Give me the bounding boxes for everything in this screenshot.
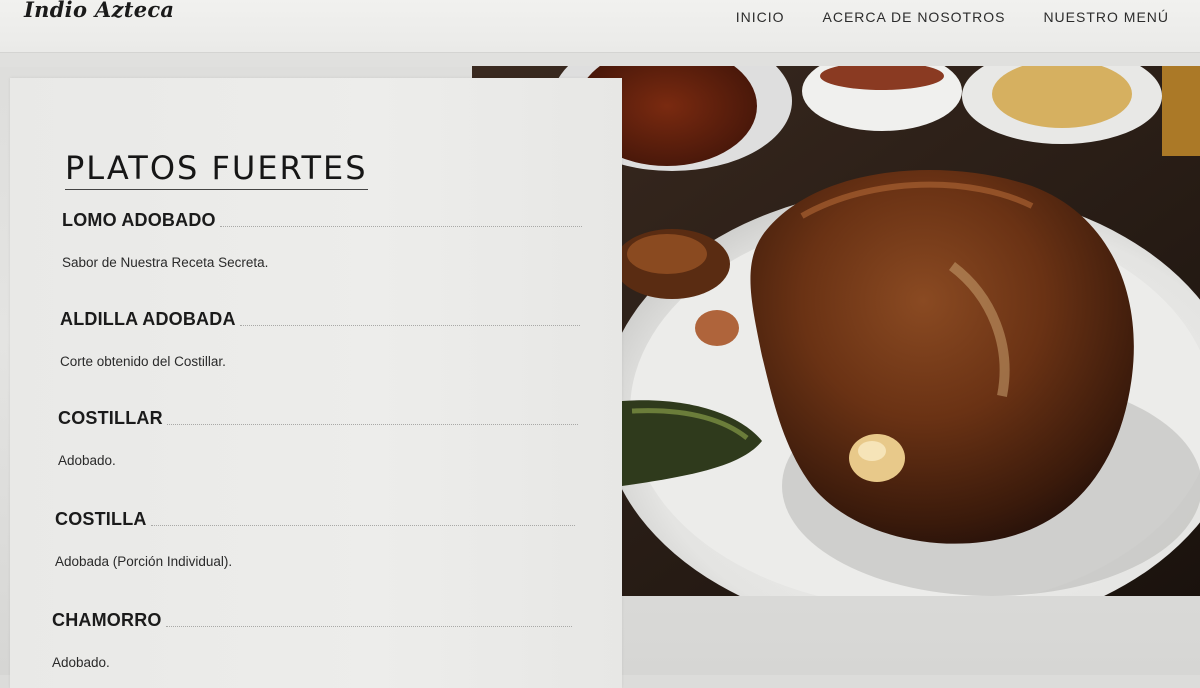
dotted-leader: [166, 424, 578, 425]
nav-item-inicio[interactable]: INICIO: [736, 9, 785, 25]
site-logo[interactable]: Indio Azteca: [24, 0, 174, 22]
menu-item-name: ALDILLA ADOBADA: [60, 309, 236, 329]
menu-item-description: Adobado.: [52, 655, 110, 670]
menu-item-description: Sabor de Nuestra Receta Secreta.: [62, 255, 269, 270]
site-header: Indio Azteca INICIO ACERCA DE NOSOTROS N…: [0, 0, 1200, 53]
menu-item-name: CHAMORRO: [52, 610, 162, 630]
menu-item-description: Adobado.: [58, 453, 116, 468]
dotted-leader: [150, 525, 575, 526]
menu-item: ALDILLA ADOBADA Corte obtenido del Costi…: [60, 309, 580, 369]
menu-item-description: Corte obtenido del Costillar.: [60, 354, 226, 369]
menu-item-name: COSTILLAR: [58, 408, 163, 428]
nav-item-acerca[interactable]: ACERCA DE NOSOTROS: [823, 9, 1006, 25]
menu-panel: PLATOS FUERTES LOMO ADOBADO Sabor de Nue…: [10, 78, 622, 688]
menu-item: COSTILLAR Adobado.: [58, 408, 578, 468]
menu-item: CHAMORRO Adobado.: [52, 610, 572, 670]
menu-item-name: LOMO ADOBADO: [62, 210, 216, 230]
menu-item: LOMO ADOBADO Sabor de Nuestra Receta Sec…: [62, 210, 582, 270]
menu-item: COSTILLA Adobada (Porción Individual).: [55, 509, 575, 569]
dotted-leader: [219, 226, 582, 227]
menu-item-name: COSTILLA: [55, 509, 147, 529]
header-spacer: [0, 53, 1200, 67]
dotted-leader: [239, 325, 580, 326]
dotted-leader: [165, 626, 572, 627]
section-title: PLATOS FUERTES: [65, 149, 368, 191]
nav-item-menu[interactable]: NUESTRO MENÚ: [1043, 9, 1169, 25]
menu-item-description: Adobada (Porción Individual).: [55, 554, 233, 569]
main-nav: INICIO ACERCA DE NOSOTROS NUESTRO MENÚ C…: [736, 9, 1200, 25]
